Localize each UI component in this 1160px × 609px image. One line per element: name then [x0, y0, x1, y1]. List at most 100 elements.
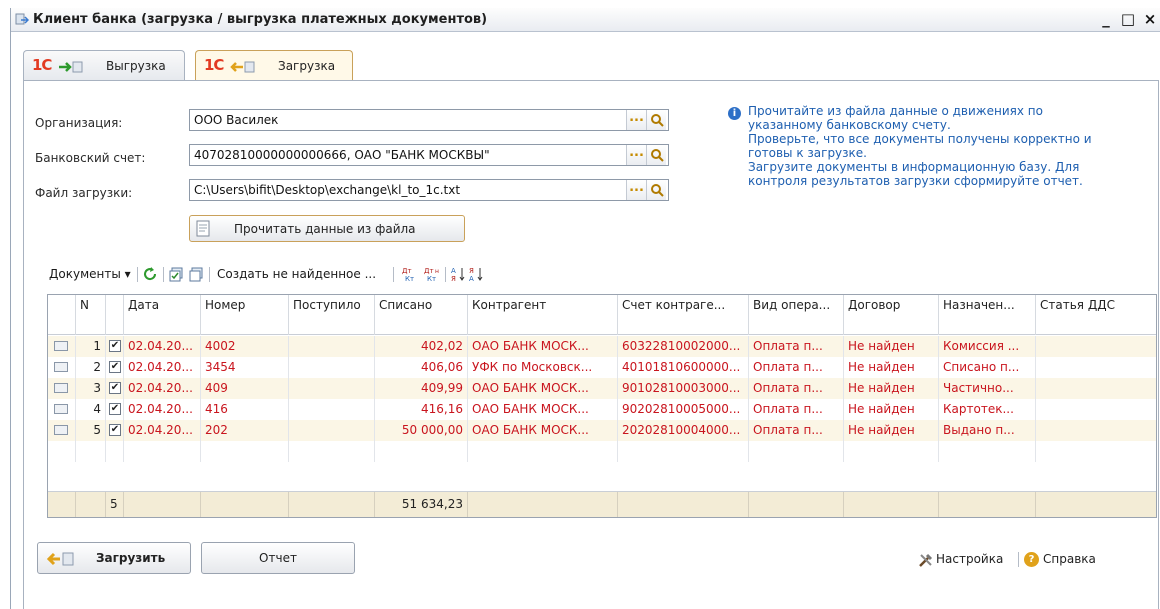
file-label: Файл загрузки:: [35, 186, 133, 200]
org-value: ООО Василек: [194, 113, 279, 127]
row-checkbox[interactable]: ✔: [109, 361, 121, 373]
cell-number: 3454: [201, 357, 289, 378]
cell-contract: Не найден: [844, 399, 939, 420]
footer-spent-total: 51 634,23: [375, 492, 468, 517]
toolbar-separator: [209, 267, 210, 282]
header-counterparty-account[interactable]: Счет контраге...: [618, 295, 749, 335]
svg-text:Дт: Дт: [424, 267, 434, 275]
cell-spent: 50 000,00: [375, 420, 468, 441]
cell-n: 4: [76, 399, 106, 420]
cell-operation: Оплата п...: [749, 336, 844, 357]
svg-text:Я: Я: [469, 267, 474, 275]
cell-number: 416: [201, 399, 289, 420]
cell-dds: [1036, 357, 1156, 378]
check-all-icon[interactable]: [169, 267, 184, 282]
table-row[interactable]: 3 ✔ 02.04.20... 409 409,99 ОАО БАНК МОСК... 90…: [48, 378, 1156, 399]
report-button[interactable]: Отчет: [201, 542, 355, 574]
load-button-label: Загрузить: [96, 551, 166, 565]
header-counterparty[interactable]: Контрагент: [468, 295, 618, 335]
cell-date: 02.04.20...: [124, 378, 201, 399]
tab-import-label: Загрузка: [278, 59, 336, 73]
account-select-button[interactable]: ...: [626, 145, 646, 165]
tab-import[interactable]: 1С Загрузка: [195, 50, 353, 82]
header-contract[interactable]: Договор: [844, 295, 939, 335]
load-button[interactable]: Загрузить: [37, 542, 191, 574]
table-row[interactable]: 2 ✔ 02.04.20... 3454 406,06 УФК по Московск..…: [48, 357, 1156, 378]
report-button-label: Отчет: [259, 551, 297, 565]
org-select-button[interactable]: ...: [626, 110, 646, 130]
settings-link[interactable]: Настройка: [936, 552, 1003, 566]
cell-account: 40101810600000...: [618, 357, 749, 378]
cell-received: [289, 336, 375, 357]
header-date[interactable]: Дата: [124, 295, 201, 335]
cell-dds: [1036, 378, 1156, 399]
account-field[interactable]: 40702810000000000666, ОАО "БАНК МОСКВЫ" …: [189, 144, 669, 166]
debit-credit-icon[interactable]: ДтКт: [401, 266, 417, 282]
1c-logo-icon: 1С: [204, 56, 224, 74]
minimize-button[interactable]: _: [1097, 10, 1115, 28]
refresh-icon[interactable]: [143, 267, 158, 282]
file-select-button[interactable]: ...: [626, 180, 646, 200]
row-checkbox[interactable]: ✔: [109, 340, 121, 352]
window-title: Клиент банка (загрузка / выгрузка платеж…: [33, 12, 488, 27]
help-link[interactable]: Справка: [1043, 552, 1096, 566]
cell-n: 3: [76, 378, 106, 399]
export-arrow-icon: [59, 61, 83, 73]
header-spent[interactable]: Списано: [375, 295, 468, 335]
row-checkbox[interactable]: ✔: [109, 382, 121, 394]
file-field[interactable]: C:\Users\bifit\Desktop\exchange\kl_to_1c…: [189, 179, 669, 201]
row-icon-cell: [48, 336, 76, 357]
row-icon-cell: [48, 378, 76, 399]
account-open-button[interactable]: [646, 145, 666, 165]
close-button[interactable]: ×: [1141, 10, 1159, 28]
header-check[interactable]: [106, 295, 124, 335]
header-n[interactable]: N: [76, 295, 106, 335]
svg-text:А: А: [469, 275, 474, 282]
magnifier-icon: [650, 114, 664, 127]
cell-date: 02.04.20...: [124, 399, 201, 420]
table-row[interactable]: 1 ✔ 02.04.20... 4002 402,02 ОАО БАНК МОСК... 6…: [48, 336, 1156, 357]
svg-text:А: А: [451, 267, 456, 275]
row-checkbox-cell: ✔: [106, 357, 124, 378]
svg-text:Я: Я: [451, 275, 456, 282]
create-missing-button[interactable]: Создать не найденное ...: [217, 264, 376, 284]
cell-account: 90102810003000...: [618, 378, 749, 399]
org-field[interactable]: ООО Василек ...: [189, 109, 669, 131]
header-purpose[interactable]: Назначен...: [939, 295, 1036, 335]
uncheck-all-icon[interactable]: [189, 267, 204, 282]
cell-account: 90202810005000...: [618, 399, 749, 420]
cell-received: [289, 357, 375, 378]
table-row[interactable]: 5 ✔ 02.04.20... 202 50 000,00 ОАО БАНК МОСК..…: [48, 420, 1156, 441]
debit-credit-alt-icon[interactable]: ДтКтн: [423, 266, 441, 282]
cell-purpose: Выдано п...: [939, 420, 1036, 441]
cell-n: 2: [76, 357, 106, 378]
sort-ascending-icon[interactable]: АЯ: [451, 266, 465, 282]
header-number[interactable]: Номер: [201, 295, 289, 335]
cell-spent: 409,99: [375, 378, 468, 399]
row-icon-cell: [48, 420, 76, 441]
file-open-button[interactable]: [646, 180, 666, 200]
read-file-button[interactable]: Прочитать данные из файла: [189, 215, 465, 242]
org-open-button[interactable]: [646, 110, 666, 130]
cell-date: 02.04.20...: [124, 357, 201, 378]
tab-export[interactable]: 1С Выгрузка: [23, 50, 185, 80]
table-row[interactable]: 4 ✔ 02.04.20... 416 416,16 ОАО БАНК МОСК... 90…: [48, 399, 1156, 420]
row-checkbox[interactable]: ✔: [109, 424, 121, 436]
cell-contract: Не найден: [844, 357, 939, 378]
toolbar-separator: [445, 267, 446, 282]
header-operation-type[interactable]: Вид опера...: [749, 295, 844, 335]
documents-menu[interactable]: Документы ▾: [49, 264, 131, 284]
sort-descending-icon[interactable]: ЯА: [469, 266, 483, 282]
row-checkbox[interactable]: ✔: [109, 403, 121, 415]
cell-operation: Оплата п...: [749, 357, 844, 378]
header-dds[interactable]: Статья ДДС: [1036, 295, 1156, 335]
row-icon-cell: [48, 357, 76, 378]
read-file-label: Прочитать данные из файла: [234, 222, 416, 236]
header-received[interactable]: Поступило: [289, 295, 375, 335]
row-checkbox-cell: ✔: [106, 399, 124, 420]
title-bar: Клиент банка (загрузка / выгрузка платеж…: [11, 8, 1160, 32]
info-icon: i: [728, 107, 741, 120]
org-label: Организация:: [35, 116, 123, 130]
cell-contract: Не найден: [844, 420, 939, 441]
maximize-button[interactable]: □: [1119, 10, 1137, 28]
